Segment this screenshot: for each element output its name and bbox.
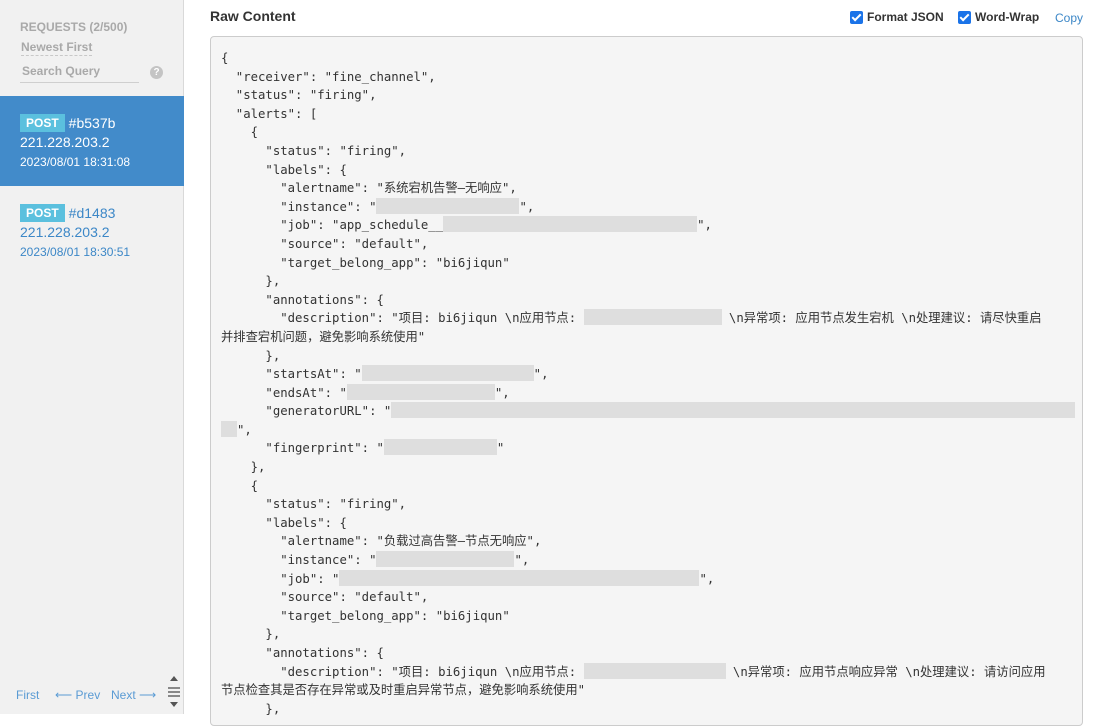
raw-content-box: { "receiver": "fine_channel", "status": …	[210, 36, 1083, 726]
scroll-down-icon[interactable]	[170, 702, 178, 707]
sidebar-scroll-control[interactable]	[166, 674, 182, 714]
code-line: 节点检查其是否存在异常或及时重启异常节点，避免影响系统使用"	[221, 683, 586, 698]
code-line: 并排查宕机问题，避免影响系统使用"	[221, 329, 426, 344]
code-line: "annotations": {	[221, 646, 384, 660]
pagination: First ⟵ Prev Next ⟶	[0, 682, 184, 706]
format-json-checkbox[interactable]	[850, 10, 863, 24]
raw-content-title: Raw Content	[210, 8, 296, 24]
code-line: "annotations": {	[221, 292, 384, 307]
redacted-value	[443, 216, 698, 233]
format-json-option[interactable]: Format JSON	[850, 10, 944, 24]
code-line: "alertname": "负载过高告警—节点无响应",	[221, 534, 542, 549]
request-id: #b537b	[68, 115, 116, 131]
code-line: },	[221, 274, 281, 289]
method-badge: POST	[20, 114, 65, 132]
scroll-up-icon[interactable]	[170, 676, 178, 681]
code-line: {	[221, 478, 259, 493]
search-input[interactable]: Search Query	[20, 62, 139, 83]
code-line: "status": "firing",	[221, 143, 407, 158]
code-line: "instance": " ",	[221, 197, 535, 214]
word-wrap-checkbox[interactable]	[958, 10, 971, 24]
request-ip: 221.228.203.2	[20, 134, 110, 150]
code-line: "target_belong_app": "bi6jiqun"	[221, 255, 510, 270]
method-badge: POST	[20, 204, 65, 222]
first-page-link[interactable]: First	[16, 688, 39, 702]
code-line: },	[221, 701, 281, 716]
request-ip: 221.228.203.2	[20, 224, 110, 240]
scroll-grip-icon[interactable]	[168, 687, 180, 697]
code-line: "status": "firing",	[221, 497, 407, 512]
code-line: "labels": {	[221, 515, 347, 530]
code-line: "receiver": "fine_channel",	[221, 69, 436, 84]
sort-order-toggle[interactable]: Newest First	[21, 40, 93, 56]
request-id: #d1483	[68, 205, 116, 221]
redacted-value	[376, 551, 515, 568]
redacted-value	[339, 569, 700, 586]
code-line: "description": "项目: bi6jiqun \n应用节点: \n异…	[221, 662, 1046, 679]
request-time: 2023/08/01 18:30:51	[20, 245, 131, 259]
help-icon[interactable]: ?	[150, 66, 163, 79]
redacted-value	[583, 309, 722, 326]
code-line: ",	[221, 420, 1076, 440]
redacted-value	[376, 197, 520, 214]
prev-page-link[interactable]: ⟵ Prev	[55, 688, 100, 702]
redacted-value	[583, 662, 726, 679]
request-time: 2023/08/01 18:31:08	[20, 155, 131, 169]
redacted-value	[391, 402, 1076, 419]
request-item[interactable]: POST #d1483 221.228.203.2 2023/08/01 18:…	[0, 186, 184, 276]
code-line: "description": "项目: bi6jiqun \n应用节点: \n异…	[221, 309, 1042, 326]
code-line: "alertname": "系统宕机告警—无响应",	[221, 181, 517, 196]
search-placeholder: Search Query	[22, 64, 101, 78]
next-page-link[interactable]: Next ⟶	[111, 688, 156, 702]
redacted-value	[383, 439, 497, 456]
code-line: "source": "default",	[221, 236, 429, 251]
request-item[interactable]: POST #b537b 221.228.203.2 2023/08/01 18:…	[0, 96, 184, 186]
code-line: "job": " ",	[221, 569, 715, 586]
word-wrap-option[interactable]: Word-Wrap	[958, 10, 1039, 24]
copy-button[interactable]: Copy	[1055, 11, 1083, 25]
word-wrap-label: Word-Wrap	[975, 10, 1040, 24]
format-json-label: Format JSON	[867, 10, 944, 24]
code-line: "status": "firing",	[221, 88, 377, 103]
requests-count-title: REQUESTS (2/500)	[20, 20, 128, 34]
code-line: {	[221, 51, 229, 65]
code-line: "generatorURL": "	[221, 402, 1076, 421]
sidebar: REQUESTS (2/500) Newest First Search Que…	[0, 0, 184, 714]
code-line: "labels": {	[221, 162, 347, 177]
code-line: },	[221, 348, 281, 363]
code-line: "alerts": [	[221, 106, 318, 121]
code-line: "startsAt": " ",	[221, 365, 549, 382]
redacted-value	[361, 365, 534, 382]
code-line: "target_belong_app": "bi6jiqun"	[221, 608, 510, 623]
code-line: },	[221, 627, 281, 642]
code-line: "job": "app_schedule__ ",	[221, 216, 712, 233]
code-line: "endsAt": " ",	[221, 383, 510, 400]
code-line: },	[221, 460, 266, 475]
code-line: {	[221, 125, 259, 140]
code-line: "source": "default",	[221, 590, 429, 605]
redacted-value	[221, 420, 237, 437]
json-code: { "receiver": "fine_channel", "status": …	[221, 49, 1076, 718]
code-line: "fingerprint": " "	[221, 439, 505, 456]
redacted-value	[346, 383, 495, 400]
code-line: "instance": " ",	[221, 551, 530, 568]
